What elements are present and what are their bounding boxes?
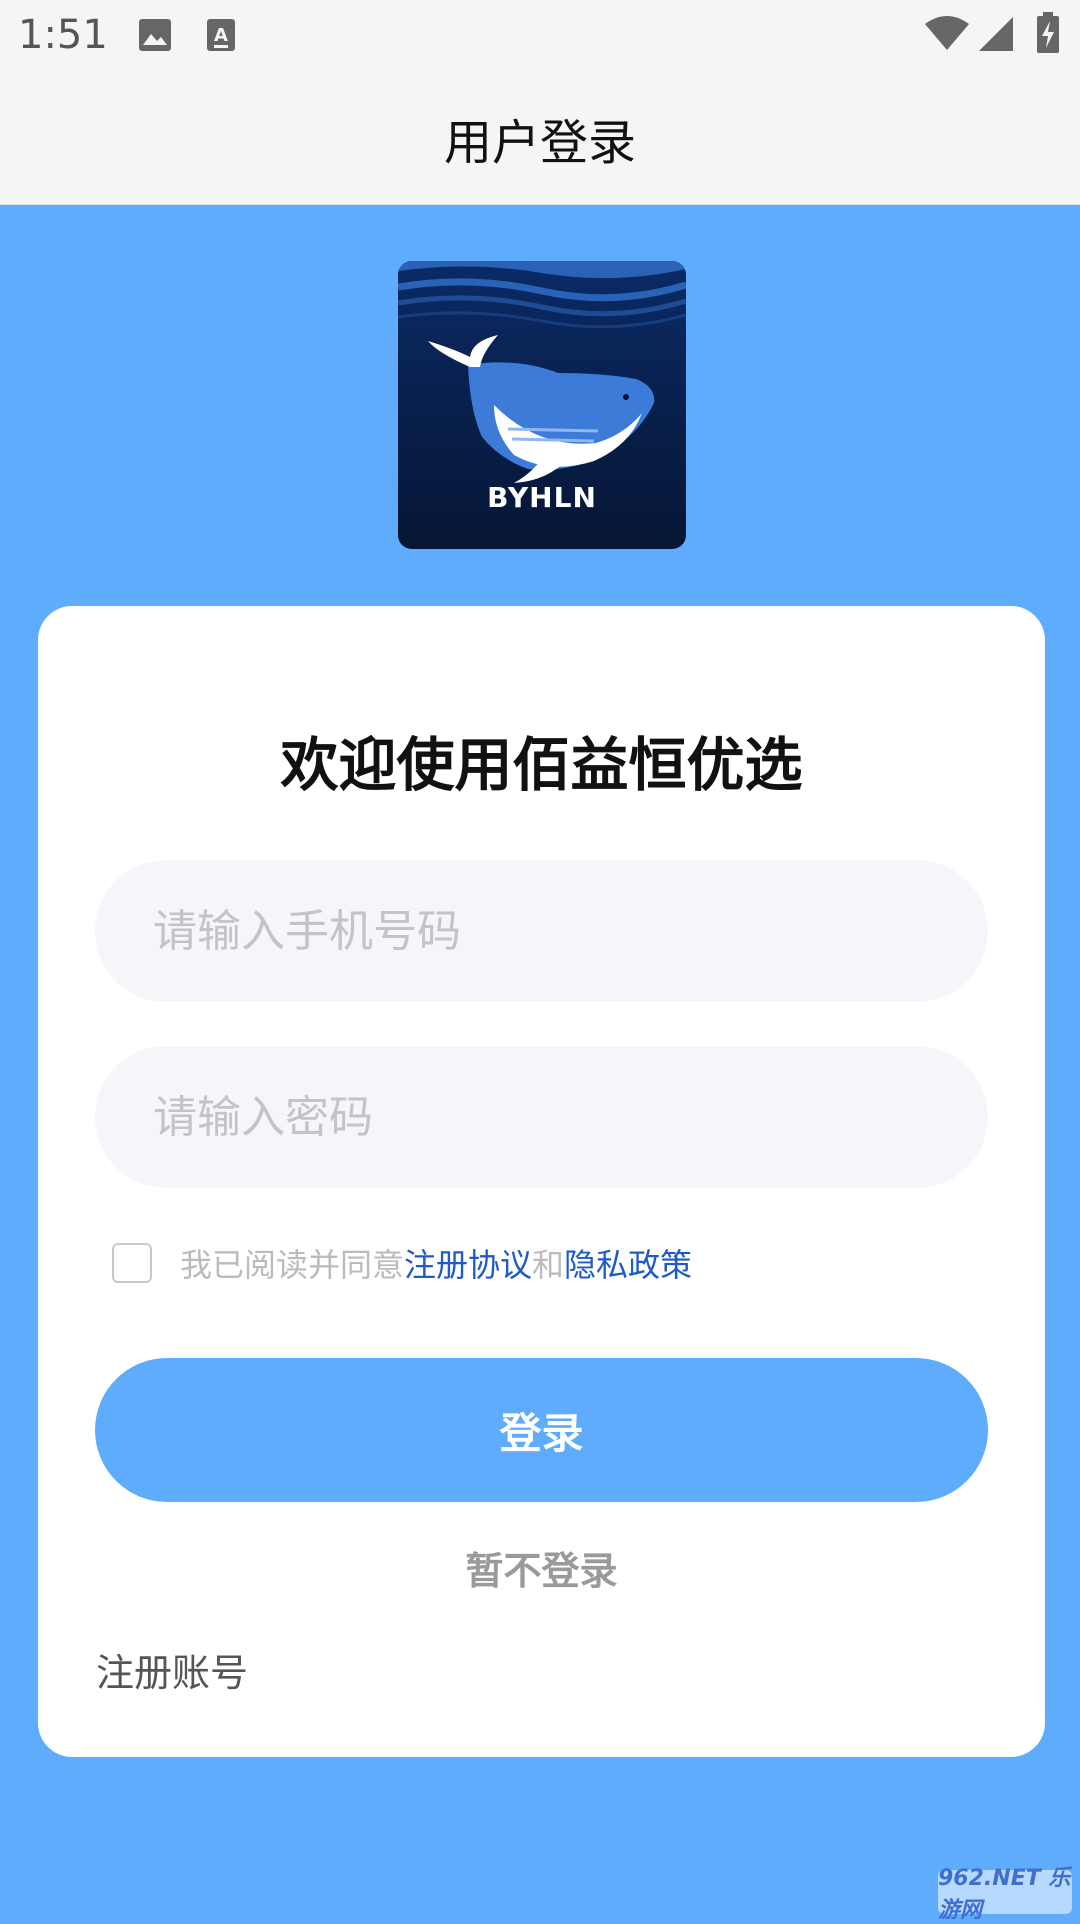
logo-text: BYHLN	[487, 481, 597, 514]
page-title: 用户登录	[443, 115, 636, 171]
welcome-heading: 欢迎使用佰益恒优选	[280, 731, 803, 799]
login-button[interactable]: 登录	[95, 1358, 988, 1502]
status-time: 1:51	[18, 12, 108, 58]
battery-charging-icon	[1036, 12, 1060, 58]
agreement-row: 我已阅读并同意 注册协议 和 隐私政策	[112, 1240, 692, 1286]
privacy-policy-link[interactable]: 隐私政策	[564, 1240, 692, 1286]
image-icon	[138, 18, 172, 56]
password-input[interactable]	[95, 1046, 988, 1188]
signal-icon	[978, 16, 1014, 56]
app-logo: BYHLN	[398, 261, 686, 549]
agreement-and-text: 和	[532, 1246, 565, 1284]
watermark-text: 962.NET 乐游网	[938, 1866, 1071, 1923]
phone-input[interactable]	[95, 860, 988, 1002]
user-agreement-link[interactable]: 注册协议	[404, 1240, 532, 1286]
agreement-text: 我已阅读并同意	[180, 1246, 405, 1284]
agreement-checkbox[interactable]	[112, 1243, 152, 1283]
watermark-logo: 962.NET 乐游网	[938, 1866, 1072, 1923]
wifi-icon	[924, 16, 970, 56]
login-card: 欢迎使用佰益恒优选 我已阅读并同意 注册协议 和 隐私政策 登录 暂不登录 注册…	[38, 606, 1045, 1757]
svg-text:A: A	[214, 25, 228, 46]
title-bar: 用户登录	[0, 72, 1080, 205]
register-account-link[interactable]: 注册账号	[96, 1642, 248, 1697]
skip-login-button[interactable]: 暂不登录	[38, 1540, 1045, 1595]
keyboard-a-icon: A	[206, 18, 236, 56]
status-bar: 1:51 A	[0, 0, 1080, 72]
